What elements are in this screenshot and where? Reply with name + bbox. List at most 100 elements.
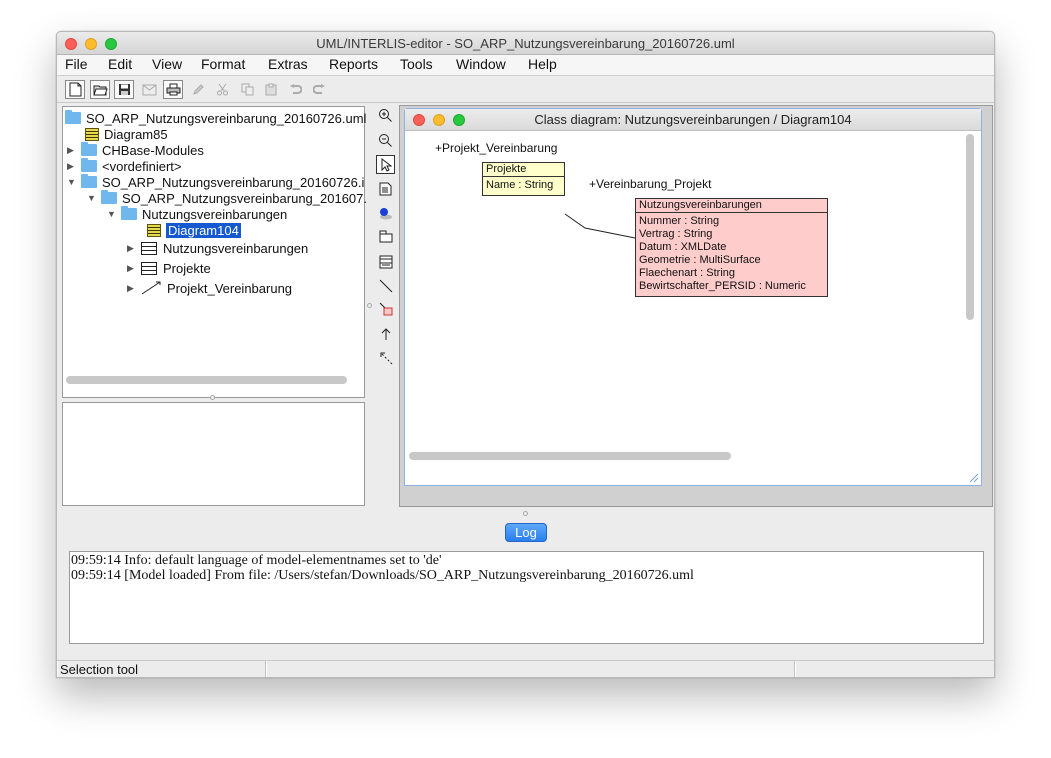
class-tool-icon[interactable] xyxy=(376,252,395,271)
expand-arrow-icon[interactable]: ▶ xyxy=(67,161,77,172)
app-window: UML/INTERLIS-editor - SO_ARP_Nutzungsver… xyxy=(56,31,995,678)
dependency-tool-icon[interactable] xyxy=(376,348,395,367)
attribute: Vertrag : String xyxy=(639,228,713,240)
note-tool-icon[interactable] xyxy=(376,179,395,198)
folder-icon xyxy=(81,142,97,156)
collapse-arrow-icon[interactable]: ▼ xyxy=(87,193,97,203)
diagram-maximize-button[interactable] xyxy=(453,114,465,126)
menu-help[interactable]: Help xyxy=(528,56,557,72)
expand-arrow-icon[interactable]: ▶ xyxy=(67,145,77,156)
diagram-title-bar: Class diagram: Nutzungsvereinbarungen / … xyxy=(405,109,981,131)
role-projekt-vereinbarung[interactable]: +Projekt_Vereinbarung xyxy=(435,141,557,155)
class-name: Nutzungsvereinbarungen xyxy=(636,199,827,213)
class-icon xyxy=(141,261,157,275)
package-tool-icon[interactable] xyxy=(376,227,395,246)
open-folder-icon[interactable] xyxy=(90,80,110,99)
class-box-nutzungsvereinbarungen[interactable]: Nutzungsvereinbarungen Nummer : String V… xyxy=(635,198,828,297)
expand-arrow-icon[interactable]: ▶ xyxy=(127,243,137,254)
menu-file[interactable]: File xyxy=(65,56,88,72)
class-diagram-window: Class diagram: Nutzungsvereinbarungen / … xyxy=(404,108,982,486)
status-cell-3 xyxy=(795,661,994,677)
save-icon[interactable] xyxy=(114,80,134,99)
diagram-icon xyxy=(85,127,99,141)
selection-tool-icon[interactable] xyxy=(376,155,395,174)
zoom-out-icon[interactable] xyxy=(376,131,395,150)
window-title: UML/INTERLIS-editor - SO_ARP_Nutzungsver… xyxy=(316,36,735,51)
tree-item-vordefiniert[interactable]: ▶ <vordefiniert> xyxy=(67,158,182,174)
attribute: Datum : XMLDate xyxy=(639,241,727,253)
diagram-close-button[interactable] xyxy=(413,114,425,126)
folder-icon xyxy=(121,206,137,220)
tree-item-chbase[interactable]: ▶ CHBase-Modules xyxy=(67,142,204,158)
diagram-minimize-button[interactable] xyxy=(433,114,445,126)
mail-icon[interactable] xyxy=(139,80,159,99)
properties-panel[interactable] xyxy=(62,402,365,506)
tree-item-class-nutzungsvereinbarungen[interactable]: ▶ Nutzungsvereinbarungen xyxy=(127,240,308,256)
menu-tools[interactable]: Tools xyxy=(400,56,433,72)
menu-edit[interactable]: Edit xyxy=(108,56,132,72)
tree-horizontal-scrollbar[interactable] xyxy=(66,376,347,384)
log-tab[interactable]: Log xyxy=(505,523,547,542)
status-bar: Selection tool xyxy=(57,660,994,677)
collapse-arrow-icon[interactable]: ▼ xyxy=(107,209,117,219)
role-vereinbarung-projekt[interactable]: +Vereinbarung_Projekt xyxy=(589,177,711,191)
class-icon xyxy=(141,241,157,255)
menu-reports[interactable]: Reports xyxy=(329,56,378,72)
diagram-vertical-scrollbar[interactable] xyxy=(966,134,974,320)
expand-arrow-icon[interactable]: ▶ xyxy=(127,283,137,294)
attribute: Name : String xyxy=(486,179,554,191)
resize-grip-icon[interactable] xyxy=(969,473,979,483)
undo-icon[interactable] xyxy=(285,80,305,99)
log-line: 09:59:14 Info: default language of model… xyxy=(71,553,442,568)
tree-item-diagram85[interactable]: Diagram85 xyxy=(85,126,168,142)
link-tool-icon[interactable] xyxy=(376,299,395,318)
tree-item-diagram104[interactable]: Diagram104 xyxy=(147,222,241,238)
tree-item-model-file[interactable]: ▼ SO_ARP_Nutzungsvereinbarung_20160726.i xyxy=(67,174,364,190)
attribute: Bewirtschafter_PERSID : Numeric xyxy=(639,280,806,292)
tree-item-label: SO_ARP_Nutzungsvereinbarung_20160726.uml xyxy=(86,110,367,126)
menu-format[interactable]: Format xyxy=(201,56,245,72)
menu-extras[interactable]: Extras xyxy=(268,56,308,72)
log-panel[interactable]: 09:59:14 Info: default language of model… xyxy=(69,551,984,644)
pen-icon[interactable] xyxy=(188,80,208,99)
minimize-window-button[interactable] xyxy=(85,38,97,50)
status-cell-2 xyxy=(266,661,795,677)
tree-item-label: SO_ARP_Nutzungsvereinbarung_201607. xyxy=(122,190,368,206)
redo-icon[interactable] xyxy=(309,80,329,99)
collapse-arrow-icon[interactable]: ▼ xyxy=(67,177,77,187)
horizontal-splitter-handle[interactable] xyxy=(523,511,528,516)
tree-item-label: Diagram104 xyxy=(166,222,241,238)
object-tool-icon[interactable] xyxy=(376,203,395,222)
line-tool-icon[interactable] xyxy=(376,276,395,295)
model-tree[interactable]: SO_ARP_Nutzungsvereinbarung_20160726.uml… xyxy=(62,106,367,398)
class-attributes: Name : String xyxy=(483,177,564,195)
log-line: 09:59:14 [Model loaded] From file: /User… xyxy=(71,568,694,583)
class-box-projekte[interactable]: Projekte Name : String xyxy=(482,162,565,196)
zoom-in-icon[interactable] xyxy=(376,106,395,125)
tree-item-root[interactable]: SO_ARP_Nutzungsvereinbarung_20160726.uml xyxy=(65,110,366,126)
vertical-splitter-handle[interactable] xyxy=(367,303,372,308)
diagram-horizontal-scrollbar[interactable] xyxy=(409,452,731,460)
print-icon[interactable] xyxy=(163,80,183,99)
generalization-tool-icon[interactable] xyxy=(376,324,395,343)
tree-item-class-projekte[interactable]: ▶ Projekte xyxy=(127,260,211,276)
tree-item-topic[interactable]: ▼ Nutzungsvereinbarungen xyxy=(107,206,287,222)
new-file-icon[interactable] xyxy=(65,80,85,99)
association-icon xyxy=(141,281,161,295)
copy-icon[interactable] xyxy=(237,80,257,99)
menu-view[interactable]: View xyxy=(152,56,182,72)
menu-window[interactable]: Window xyxy=(456,56,506,72)
attribute: Flaechenart : String xyxy=(639,267,735,279)
tree-item-model[interactable]: ▼ SO_ARP_Nutzungsvereinbarung_201607. xyxy=(87,190,367,206)
diagram-canvas[interactable]: +Projekt_Vereinbarung Projekte Name : St… xyxy=(405,132,981,462)
cut-icon[interactable] xyxy=(212,80,232,99)
tree-item-association[interactable]: ▶ Projekt_Vereinbarung xyxy=(127,280,292,296)
expand-arrow-icon[interactable]: ▶ xyxy=(127,263,137,274)
close-window-button[interactable] xyxy=(65,38,77,50)
tree-splitter-handle[interactable] xyxy=(210,395,215,400)
folder-icon xyxy=(65,110,81,124)
tree-item-label: Projekte xyxy=(163,260,211,276)
maximize-window-button[interactable] xyxy=(105,38,117,50)
paste-icon[interactable] xyxy=(261,80,281,99)
tool-palette xyxy=(376,106,396,376)
